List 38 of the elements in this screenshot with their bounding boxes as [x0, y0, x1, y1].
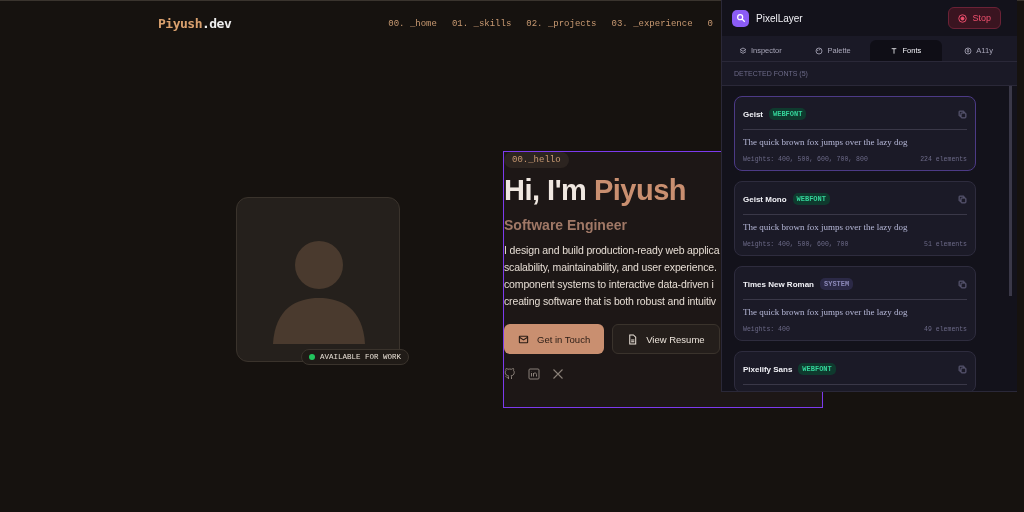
- font-name: Geist: [743, 109, 763, 119]
- document-icon: [627, 333, 639, 345]
- font-name: Geist Mono: [743, 194, 787, 204]
- resume-button[interactable]: View Resume: [612, 324, 720, 354]
- hero-heading: Hi, I'm Piyush: [504, 174, 686, 207]
- site-logo[interactable]: Piyush.dev: [158, 16, 232, 31]
- copy-icon[interactable]: [958, 365, 967, 374]
- font-sample: The quick brown fox jumps over the lazy dog: [743, 137, 909, 147]
- nav-link[interactable]: 0: [707, 18, 713, 29]
- nav-link[interactable]: 01. _skills: [451, 18, 512, 29]
- copy-icon[interactable]: [958, 195, 967, 204]
- mail-icon: [518, 333, 529, 345]
- app-title: PixelLayer: [756, 12, 804, 24]
- font-name: Times New Roman: [743, 279, 814, 289]
- hero-bio: I design and build production-ready web applica scalability, maintainability, and user experience. component systems to interactive data-driven i creating software that is both robust and intuitiv: [504, 243, 720, 309]
- search-icon: [735, 13, 746, 23]
- scrollbar-thumb[interactable]: [1009, 86, 1012, 296]
- nav-link[interactable]: 02. _projects: [526, 18, 597, 29]
- accessibility-icon: [964, 46, 973, 55]
- contact-button[interactable]: Get in Touch: [504, 324, 605, 354]
- x-icon[interactable]: [552, 368, 564, 380]
- github-icon[interactable]: [504, 368, 516, 380]
- text-icon: [890, 46, 899, 55]
- stop-button[interactable]: Stop: [948, 7, 1001, 29]
- status-dot-icon: [309, 354, 315, 360]
- record-icon: [958, 13, 968, 23]
- copy-icon[interactable]: [958, 110, 967, 119]
- layers-icon: [738, 46, 747, 55]
- linkedin-icon[interactable]: [528, 368, 540, 380]
- font-name: Pixelify Sans: [743, 364, 793, 374]
- copy-icon[interactable]: [958, 280, 967, 289]
- nav-link[interactable]: 03. _experience: [611, 18, 693, 29]
- palette-icon: [815, 46, 824, 55]
- hero-subtitle: Software Engineer: [504, 217, 627, 233]
- font-sample: The quick brown fox jumps over the lazy dog: [743, 307, 909, 317]
- font-sample: The quick brown fox jumps over the lazy dog: [743, 222, 909, 232]
- nav-link[interactable]: 00. _home: [388, 18, 437, 29]
- section-tag: 00._hello: [504, 152, 569, 168]
